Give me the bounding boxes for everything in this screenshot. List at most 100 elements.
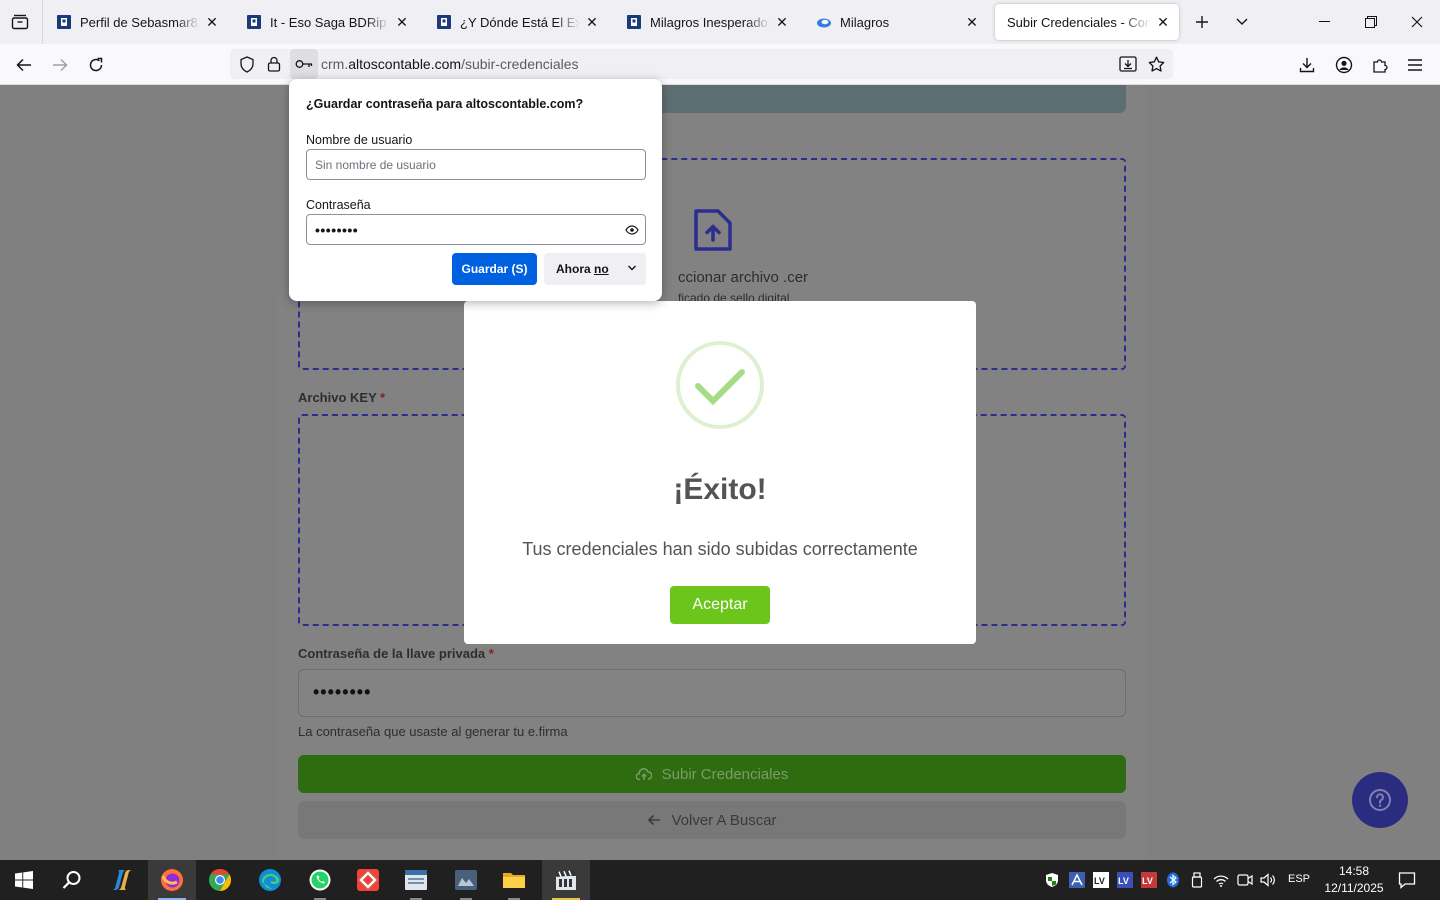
password-input[interactable]: •••••••• bbox=[306, 214, 646, 245]
extensions-icon[interactable] bbox=[1367, 52, 1393, 78]
taskbar-clapperboard-app[interactable] bbox=[542, 860, 590, 900]
close-window-icon[interactable] bbox=[1394, 0, 1440, 44]
tracker-icon bbox=[627, 15, 641, 29]
not-now-button[interactable]: Ahora no bbox=[544, 253, 646, 285]
password-value: •••••••• bbox=[313, 682, 372, 702]
lv-app-icon[interactable]: LV bbox=[1093, 872, 1109, 888]
bluetooth-icon[interactable] bbox=[1165, 872, 1181, 888]
forward-arrow-icon[interactable] bbox=[47, 52, 73, 78]
cer-dropzone-title: ccionar archivo .cer bbox=[678, 269, 809, 286]
success-check-icon bbox=[676, 341, 764, 429]
reader-download-icon[interactable] bbox=[1118, 54, 1138, 74]
upload-button-label: Subir Credenciales bbox=[661, 765, 789, 783]
back-button-label: Volver A Buscar bbox=[671, 811, 777, 829]
cloud-upload-icon bbox=[635, 767, 652, 781]
save-password-popup: ¿Guardar contraseña para altoscontable.c… bbox=[289, 79, 662, 301]
tab-perfil[interactable]: Perfil de Sebasmar82 - Id ✕ bbox=[44, 4, 228, 40]
accept-button[interactable]: Aceptar bbox=[670, 586, 770, 624]
url-bar[interactable]: crm.altoscontable.com/subir-credenciales bbox=[230, 49, 1173, 79]
chevron-down-icon[interactable] bbox=[627, 263, 637, 273]
arrow-left-icon bbox=[647, 814, 661, 826]
close-icon[interactable]: ✕ bbox=[394, 14, 410, 30]
chevron-down-icon[interactable] bbox=[1230, 10, 1254, 34]
taskbar-chrome[interactable] bbox=[196, 860, 244, 900]
tab-title: Milagros Inesperados (19 bbox=[650, 14, 770, 30]
save-password-button[interactable]: Guardar (S) bbox=[452, 253, 537, 285]
account-icon[interactable] bbox=[1331, 52, 1357, 78]
back-to-search-button[interactable]: Volver A Buscar bbox=[298, 801, 1126, 839]
username-label: Nombre de usuario bbox=[306, 133, 413, 147]
back-arrow-icon[interactable] bbox=[11, 52, 37, 78]
taskbar-anydesk[interactable] bbox=[344, 860, 392, 900]
url-text[interactable]: crm.altoscontable.com/subir-credenciales bbox=[321, 56, 579, 72]
url-path: /subir-credenciales bbox=[461, 56, 579, 72]
bookmark-star-icon[interactable] bbox=[1146, 54, 1166, 74]
close-icon[interactable]: ✕ bbox=[1155, 14, 1171, 30]
required-mark: * bbox=[488, 646, 494, 661]
tab-milagros-inesperados[interactable]: Milagros Inesperados (19 ✕ bbox=[614, 4, 798, 40]
lv-app-blue-icon[interactable]: LV bbox=[1117, 872, 1133, 888]
search-button[interactable] bbox=[48, 860, 96, 900]
lock-icon[interactable] bbox=[264, 54, 284, 74]
not-now-prefix: Ahora bbox=[556, 262, 595, 276]
url-domain: altoscontable.com bbox=[348, 56, 462, 72]
tab-milagros[interactable]: Milagros ✕ bbox=[804, 4, 988, 40]
username-input[interactable] bbox=[306, 149, 646, 180]
eye-icon[interactable] bbox=[625, 223, 639, 237]
search-icon bbox=[62, 871, 81, 889]
key-label-text: Archivo KEY bbox=[298, 390, 377, 405]
shield-icon[interactable] bbox=[237, 54, 257, 74]
downloads-icon[interactable] bbox=[1294, 52, 1320, 78]
taskbar-edge[interactable] bbox=[246, 860, 294, 900]
close-icon[interactable]: ✕ bbox=[584, 14, 600, 30]
taskbar-firefox[interactable] bbox=[148, 860, 196, 900]
meet-now-icon[interactable] bbox=[1237, 872, 1253, 888]
tab-it-eso[interactable]: It - Eso Saga BDRip Full H ✕ bbox=[234, 4, 418, 40]
restore-icon[interactable] bbox=[1348, 0, 1394, 44]
taskbar-copilot[interactable] bbox=[98, 860, 146, 900]
close-icon[interactable]: ✕ bbox=[964, 14, 980, 30]
tab-divider bbox=[42, 0, 43, 44]
taskbar-network-app[interactable] bbox=[442, 860, 490, 900]
upload-credentials-button[interactable]: Subir Credenciales bbox=[298, 755, 1126, 793]
taskbar-file-explorer[interactable] bbox=[490, 860, 538, 900]
tracker-icon bbox=[437, 15, 451, 29]
file-upload-icon bbox=[694, 209, 732, 251]
password-label: Contraseña bbox=[306, 198, 371, 212]
usb-icon[interactable] bbox=[1189, 872, 1205, 888]
tab-exorcista[interactable]: ¿Y Dónde Está El Exorcist ✕ bbox=[424, 4, 608, 40]
wifi-icon[interactable] bbox=[1213, 872, 1229, 888]
minimize-icon[interactable] bbox=[1302, 0, 1348, 44]
taskbar-window-app[interactable] bbox=[392, 860, 440, 900]
close-icon[interactable]: ✕ bbox=[204, 14, 220, 30]
menu-hamburger-icon[interactable] bbox=[1402, 52, 1428, 78]
tab-overview-icon[interactable] bbox=[8, 10, 32, 34]
volume-icon[interactable] bbox=[1260, 872, 1276, 888]
tab-title: Milagros bbox=[840, 14, 890, 30]
clock-date: 12/11/2025 bbox=[1324, 881, 1384, 895]
lv-app-red-icon[interactable]: LV bbox=[1141, 872, 1157, 888]
dialog-message: Tus credenciales han sido subidas correc… bbox=[522, 539, 918, 559]
windows-taskbar: LV LV LV ESP 14:58 12/11/2025 bbox=[0, 860, 1440, 900]
tab-subir-credenciales[interactable]: Subir Credenciales - Contabi ✕ bbox=[995, 4, 1179, 40]
password-help-text: La contraseña que usaste al generar tu e… bbox=[298, 724, 568, 739]
defender-icon[interactable] bbox=[1044, 872, 1060, 888]
edge-icon bbox=[259, 869, 281, 891]
url-prefix: crm. bbox=[321, 56, 349, 72]
not-now-underlined: no bbox=[594, 262, 609, 276]
popup-title: ¿Guardar contraseña para altoscontable.c… bbox=[306, 97, 584, 111]
key-icon[interactable] bbox=[290, 49, 318, 79]
reload-icon[interactable] bbox=[83, 52, 109, 78]
new-tab-icon[interactable] bbox=[1190, 10, 1214, 34]
svg-text:LV: LV bbox=[1094, 876, 1105, 886]
taskbar-whatsapp[interactable] bbox=[296, 860, 344, 900]
input-language[interactable]: ESP bbox=[1288, 873, 1310, 885]
close-icon[interactable]: ✕ bbox=[774, 14, 790, 30]
system-clock[interactable]: 14:58 12/11/2025 bbox=[1316, 863, 1392, 897]
private-key-password-input[interactable]: •••••••• bbox=[298, 669, 1126, 717]
notification-center-icon[interactable] bbox=[1398, 871, 1416, 889]
firefox-icon bbox=[161, 869, 183, 891]
start-button[interactable] bbox=[0, 860, 48, 900]
text-editor-a-icon[interactable] bbox=[1069, 872, 1085, 888]
help-button[interactable] bbox=[1352, 772, 1408, 828]
